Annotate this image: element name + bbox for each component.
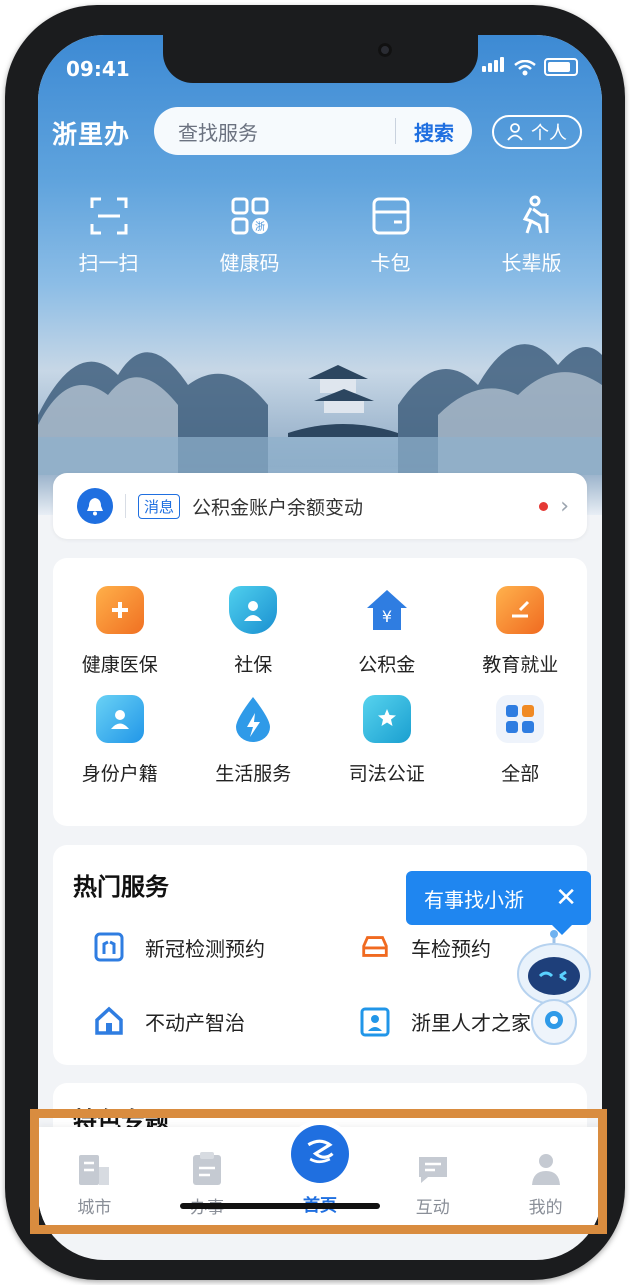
- person-icon: [507, 123, 523, 141]
- health-code-icon: 浙: [231, 197, 268, 235]
- service-label: 社保: [234, 654, 273, 676]
- status-time: 09:41: [66, 57, 130, 81]
- status-icons: [482, 57, 578, 76]
- service-label: 公积金: [358, 654, 416, 676]
- assistant-bubble[interactable]: 有事找小浙 ✕: [406, 871, 591, 935]
- notch: [163, 35, 478, 83]
- hot-services-title: 热门服务: [73, 873, 169, 901]
- message-text: 公积金账户余额变动: [192, 496, 364, 519]
- bell-icon: [77, 488, 113, 524]
- battery-icon: [544, 58, 578, 76]
- quick-card-wallet[interactable]: 卡包: [320, 195, 461, 276]
- search-input[interactable]: 查找服务: [178, 117, 395, 146]
- quick-elder-mode[interactable]: 长辈版: [461, 195, 602, 276]
- unread-dot: [539, 501, 549, 511]
- service-social-security[interactable]: 社保: [187, 586, 321, 677]
- hot-item-talent-home[interactable]: 浙里人才之家: [359, 1005, 531, 1037]
- close-icon[interactable]: ✕: [555, 885, 577, 911]
- service-label: 全部: [501, 763, 540, 785]
- diploma-icon: [496, 586, 545, 634]
- service-label: 教育就业: [482, 654, 559, 676]
- service-education-employment[interactable]: 教育就业: [454, 586, 588, 677]
- hot-item-covid-test[interactable]: 新冠检测预约: [93, 931, 265, 963]
- service-all[interactable]: 全部: [454, 695, 588, 786]
- signal-icon: [482, 57, 506, 76]
- wifi-icon: [514, 60, 536, 76]
- hot-item-vehicle-inspection[interactable]: 车检预约: [359, 931, 491, 963]
- service-label: 司法公证: [348, 763, 425, 785]
- front-camera: [378, 43, 392, 57]
- hot-item-label: 不动产智治: [145, 1010, 245, 1035]
- highlight-box: [30, 1109, 607, 1234]
- search-divider: [395, 118, 396, 144]
- shield-person-icon: [229, 586, 278, 634]
- hot-item-label: 浙里人才之家: [411, 1010, 531, 1035]
- elder-mode-icon: [522, 195, 548, 234]
- grid-all-icon: [496, 695, 545, 743]
- phone-frame: 09:41 浙里办 查找服务 搜索 个人 扫一扫 浙 健康码 卡包 长辈版 消息…: [5, 5, 625, 1280]
- service-label: 生活服务: [215, 763, 292, 785]
- water-drop-icon: [229, 695, 277, 743]
- house-yuan-icon: ¥: [363, 586, 411, 634]
- quick-scan[interactable]: 扫一扫: [38, 195, 179, 276]
- quick-health-code-label: 健康码: [219, 251, 280, 275]
- quick-actions: 扫一扫 浙 健康码 卡包 长辈版: [38, 195, 602, 276]
- services-card: 健康医保 社保 ¥ 公积金 教育就业 身份户籍 生活服务 司法公证 全部: [53, 558, 587, 826]
- app-screen: 09:41 浙里办 查找服务 搜索 个人 扫一扫 浙 健康码 卡包 长辈版 消息…: [38, 35, 602, 1260]
- search-button[interactable]: 搜索: [414, 117, 454, 146]
- service-label: 身份户籍: [81, 763, 158, 785]
- west-lake-scene: [38, 344, 602, 475]
- personal-button-label: 个人: [531, 123, 567, 144]
- services-grid: 健康医保 社保 ¥ 公积金 教育就业 身份户籍 生活服务 司法公证 全部: [53, 558, 587, 786]
- hot-item-label: 车检预约: [411, 936, 491, 961]
- service-life-services[interactable]: 生活服务: [187, 695, 321, 786]
- message-tag: 消息: [138, 493, 181, 519]
- quick-elder-mode-label: 长辈版: [501, 251, 562, 275]
- quick-health-code[interactable]: 浙 健康码: [179, 195, 320, 276]
- hot-item-real-estate[interactable]: 不动产智治: [93, 1005, 245, 1037]
- health-code-badge: 浙: [255, 221, 265, 233]
- search-bar[interactable]: 查找服务 搜索: [154, 107, 472, 155]
- scan-icon: [90, 197, 127, 235]
- service-label: 健康医保: [81, 654, 158, 676]
- id-folder-icon: [95, 695, 144, 743]
- quick-scan-label: 扫一扫: [78, 251, 139, 275]
- card-wallet-icon: [372, 197, 409, 235]
- app-logo: 浙里办: [52, 120, 131, 149]
- svg-text:¥: ¥: [382, 607, 392, 626]
- chevron-right-icon: ›: [560, 493, 569, 519]
- message-bar[interactable]: 消息 公积金账户余额变动 ›: [53, 473, 587, 539]
- service-health-insurance[interactable]: 健康医保: [53, 586, 187, 677]
- service-judicial-notary[interactable]: 司法公证: [320, 695, 454, 786]
- assistant-robot-icon[interactable]: [514, 930, 594, 1050]
- certificate-icon: [362, 695, 411, 743]
- message-divider: [125, 494, 126, 518]
- service-housing-fund[interactable]: ¥ 公积金: [320, 586, 454, 677]
- car-icon: [359, 931, 391, 963]
- home-icon: [93, 1005, 125, 1037]
- assistant-bubble-text: 有事找小浙: [424, 887, 524, 912]
- personal-button[interactable]: 个人: [492, 115, 582, 149]
- lungs-icon: [93, 931, 125, 963]
- medical-kit-icon: [95, 586, 144, 634]
- hot-item-label: 新冠检测预约: [145, 936, 265, 961]
- quick-card-wallet-label: 卡包: [370, 251, 411, 275]
- talent-badge-icon: [359, 1005, 391, 1037]
- service-identity-registry[interactable]: 身份户籍: [53, 695, 187, 786]
